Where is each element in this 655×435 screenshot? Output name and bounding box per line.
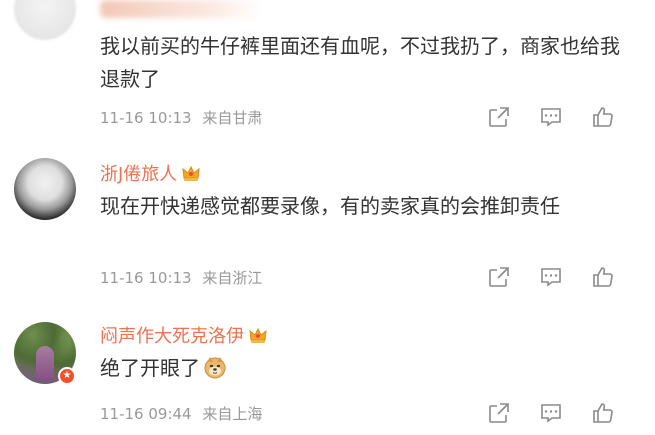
comment-location: 来自浙江 bbox=[202, 269, 263, 287]
comment-username[interactable]: 闷声作大死克洛伊 bbox=[100, 322, 268, 348]
comment-item: 浙J倦旅人 现在开快递感觉都要录像，有的卖家真的会推卸责任 11-16 10:1… bbox=[0, 150, 655, 295]
comment-time: 11-16 10:13 bbox=[100, 269, 192, 287]
vip-badge-icon: ★ bbox=[58, 367, 76, 385]
crown-icon bbox=[182, 165, 200, 181]
comment-text-content: 绝了开眼了 bbox=[100, 356, 200, 380]
comment-text: 我以前买的牛仔裤里面还有血呢，不过我扔了，商家也给我退款了 bbox=[100, 34, 620, 91]
share-icon bbox=[489, 107, 509, 127]
comment-location: 来自上海 bbox=[202, 405, 263, 423]
comment-location: 来自甘肃 bbox=[202, 109, 263, 127]
crown-icon bbox=[249, 327, 267, 343]
username-text: 浙J倦旅人 bbox=[100, 164, 178, 185]
avatar[interactable] bbox=[14, 0, 76, 40]
comment-actions bbox=[473, 263, 629, 291]
like-button[interactable] bbox=[577, 263, 629, 291]
comment-meta: 11-16 09:44 来自上海 bbox=[100, 403, 262, 424]
avatar[interactable] bbox=[14, 158, 76, 220]
comment-button[interactable] bbox=[525, 399, 577, 427]
username-text: 闷声作大死克洛伊 bbox=[100, 326, 244, 347]
share-button[interactable] bbox=[473, 263, 525, 291]
share-icon bbox=[489, 403, 509, 423]
share-button[interactable] bbox=[473, 103, 525, 131]
like-icon bbox=[593, 403, 613, 423]
share-button[interactable] bbox=[473, 399, 525, 427]
comment-actions bbox=[473, 103, 629, 131]
comment-text: 绝了开眼了 bbox=[100, 352, 630, 385]
like-icon bbox=[593, 107, 613, 127]
comment-item: ★ 闷声作大死克洛伊 绝了开眼了 11-16 09:44 来自上海 bbox=[0, 312, 655, 435]
comment-meta: 11-16 10:13 来自浙江 bbox=[100, 267, 262, 288]
avatar-figure bbox=[36, 346, 54, 380]
comment-meta: 11-16 10:13 来自甘肃 bbox=[100, 107, 262, 128]
comment-username[interactable]: 浙J倦旅人 bbox=[100, 160, 201, 186]
comment-button[interactable] bbox=[525, 263, 577, 291]
comment-actions bbox=[473, 399, 629, 427]
comment-time: 11-16 10:13 bbox=[100, 109, 192, 127]
comment-icon bbox=[541, 108, 561, 127]
share-icon bbox=[489, 267, 509, 287]
comment-item: 我以前买的牛仔裤里面还有血呢，不过我扔了，商家也给我退款了 11-16 10:1… bbox=[0, 0, 655, 140]
comment-time: 11-16 09:44 bbox=[100, 405, 192, 423]
doge-emoji-icon bbox=[204, 357, 226, 379]
comment-text: 现在开快递感觉都要录像，有的卖家真的会推卸责任 bbox=[100, 194, 560, 218]
username-blurred[interactable] bbox=[100, 0, 260, 18]
comment-button[interactable] bbox=[525, 103, 577, 131]
comment-icon bbox=[541, 404, 561, 423]
like-button[interactable] bbox=[577, 399, 629, 427]
like-button[interactable] bbox=[577, 103, 629, 131]
like-icon bbox=[593, 267, 613, 287]
comment-icon bbox=[541, 268, 561, 287]
